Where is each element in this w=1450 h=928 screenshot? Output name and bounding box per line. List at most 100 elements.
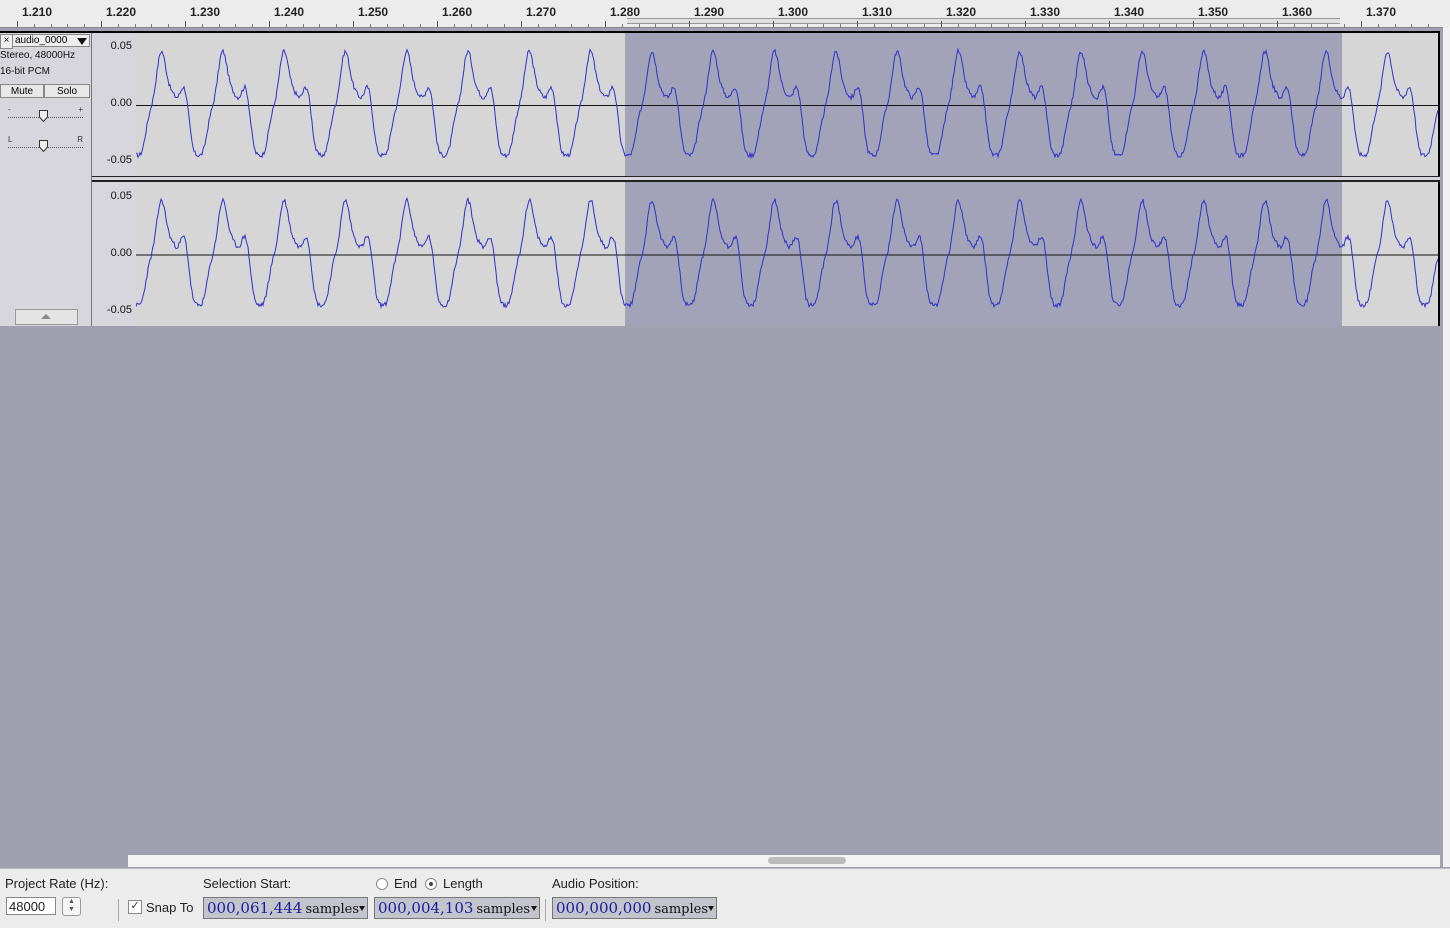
ruler-tick-label: 1.210 <box>22 5 53 19</box>
ruler-tick <box>857 21 858 27</box>
ruler-minor-tick <box>756 24 758 27</box>
ruler-minor-tick <box>537 24 539 27</box>
channel-1-waveform[interactable] <box>136 33 1438 176</box>
ruler-tick <box>101 21 102 27</box>
ruler-minor-tick <box>33 24 35 27</box>
scrollbar-thumb[interactable] <box>768 857 846 864</box>
ruler-tick <box>1193 21 1194 27</box>
ruler-minor-tick <box>504 24 506 27</box>
ruler-minor-tick <box>1327 24 1329 27</box>
ruler-minor-tick <box>84 24 86 27</box>
audio-position-field[interactable]: 000,000,000 samples <box>552 897 717 919</box>
gain-plus-label: + <box>78 105 83 114</box>
channel-2-waveform[interactable] <box>136 182 1438 326</box>
ruler-minor-tick <box>957 24 959 27</box>
ruler-minor-tick <box>235 24 237 27</box>
ruler-minor-tick <box>1125 24 1127 27</box>
ruler-tick <box>941 21 942 27</box>
pan-right-label: R <box>77 135 83 144</box>
snap-to-label: Snap To <box>146 900 194 915</box>
channel-1-vertical-ruler: 0.05 0.00 -0.05 <box>92 33 137 176</box>
ruler-minor-tick <box>621 24 623 27</box>
selection-range-bar[interactable] <box>627 18 1340 24</box>
gain-minus-label: - <box>8 105 11 114</box>
ruler-minor-tick <box>1092 24 1094 27</box>
ruler-tick-label: 1.310 <box>862 5 893 19</box>
selection-start-value: 000,061,444 <box>207 899 303 917</box>
length-label: Length <box>443 876 483 891</box>
track-name: audio_0000 <box>15 35 68 46</box>
ruler-minor-tick <box>1411 24 1413 27</box>
project-rate-input[interactable]: 48000 <box>6 897 56 915</box>
ruler-minor-tick <box>840 24 842 27</box>
scale-label: -0.05 <box>106 304 132 316</box>
ruler-minor-tick <box>252 24 254 27</box>
end-radio[interactable] <box>376 878 388 890</box>
dropdown-arrow-icon[interactable] <box>708 906 714 911</box>
horizontal-scrollbar[interactable] <box>128 855 1440 867</box>
ruler-minor-tick <box>890 24 892 27</box>
ruler-minor-tick <box>1041 24 1043 27</box>
ruler-tick <box>17 21 18 27</box>
pan-slider[interactable]: L R <box>8 135 83 153</box>
ruler-minor-tick <box>1293 24 1295 27</box>
scale-label: 0.05 <box>110 40 132 52</box>
ruler-minor-tick <box>302 24 304 27</box>
dropdown-arrow-icon[interactable] <box>531 906 537 911</box>
slider-knob-icon[interactable] <box>39 140 48 152</box>
ruler-minor-tick <box>420 24 422 27</box>
project-rate-stepper[interactable]: ▲ ▼ <box>62 897 81 916</box>
ruler-tick <box>1109 21 1110 27</box>
ruler-minor-tick <box>1428 24 1430 27</box>
dropdown-arrow-icon[interactable] <box>359 906 365 911</box>
ruler-tick-label: 1.320 <box>946 5 977 19</box>
collapse-track-button[interactable] <box>15 309 78 325</box>
pan-left-label: L <box>8 135 13 144</box>
ruler-minor-tick <box>1142 24 1144 27</box>
length-radio[interactable] <box>425 878 437 890</box>
ruler-minor-tick <box>1209 24 1211 27</box>
ruler-minor-tick <box>655 24 657 27</box>
ruler-minor-tick <box>1226 24 1228 27</box>
end-label: End <box>394 876 418 891</box>
ruler-minor-tick <box>1260 24 1262 27</box>
ruler-minor-tick <box>739 24 741 27</box>
vertical-scrollbar[interactable] <box>1443 27 1450 867</box>
scale-label: 0.00 <box>110 247 132 259</box>
ruler-minor-tick <box>705 24 707 27</box>
ruler-tick-label: 1.330 <box>1030 5 1061 19</box>
ruler-tick <box>521 21 522 27</box>
ruler-minor-tick <box>1008 24 1010 27</box>
track-name-dropdown[interactable]: audio_0000 <box>12 34 90 47</box>
mute-button[interactable]: Mute <box>0 84 44 98</box>
ruler-minor-tick <box>1058 24 1060 27</box>
selection-length-field[interactable]: 000,004,103 samples <box>374 897 540 919</box>
unit-label: samples <box>654 902 709 917</box>
ruler-tick <box>605 21 606 27</box>
audio-position-value: 000,000,000 <box>556 899 652 917</box>
selection-start-field[interactable]: 000,061,444 samples <box>203 897 368 919</box>
chevron-down-icon <box>77 38 87 45</box>
audio-track[interactable]: × audio_0000 Stereo, 48000Hz 16-bit PCM … <box>0 31 1440 326</box>
timeline-ruler[interactable]: 1.210 1.220 1.230 1.240 1.250 1.260 1.270 1.280… <box>0 0 1450 28</box>
unit-label: samples <box>305 902 360 917</box>
ruler-minor-tick <box>991 24 993 27</box>
ruler-tick-label: 1.290 <box>694 5 725 19</box>
ruler-minor-tick <box>50 24 52 27</box>
snap-to-checkbox[interactable]: ✓ <box>128 900 142 914</box>
ruler-minor-tick <box>1310 24 1312 27</box>
ruler-tick-label: 1.230 <box>190 5 221 19</box>
ruler-tick-label: 1.250 <box>358 5 389 19</box>
ruler-tick-label: 1.360 <box>1282 5 1313 19</box>
separator <box>118 899 119 921</box>
ruler-minor-tick <box>487 24 489 27</box>
track-format-info: Stereo, 48000Hz <box>0 50 76 61</box>
ruler-minor-tick <box>285 24 287 27</box>
ruler-minor-tick <box>134 24 136 27</box>
solo-button[interactable]: Solo <box>44 84 90 98</box>
ruler-minor-tick <box>1377 24 1379 27</box>
ruler-minor-tick <box>1075 24 1077 27</box>
slider-knob-icon[interactable] <box>39 110 48 122</box>
ruler-tick-label: 1.280 <box>610 5 641 19</box>
gain-slider[interactable]: - + <box>8 105 83 123</box>
